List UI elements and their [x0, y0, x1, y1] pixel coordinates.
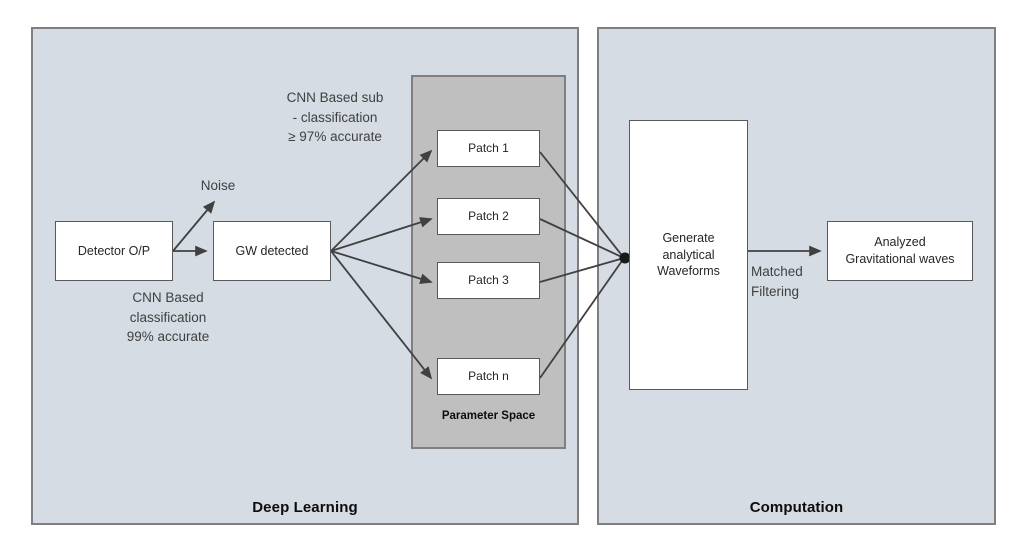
label-cnn-sub-classification: CNN Based sub - classification ≥ 97% acc…	[286, 90, 384, 145]
label-matched-filtering: Matched Filtering	[751, 264, 803, 299]
box-patch-n[interactable]: Patch n	[437, 358, 540, 395]
panel-computation-title: Computation	[749, 499, 844, 516]
box-generate-analytical-waveforms[interactable]: Generate analytical Waveforms	[629, 120, 748, 390]
label-noise: Noise	[200, 178, 236, 193]
parameter-space-label: Parameter Space	[441, 410, 536, 422]
box-gw-detected[interactable]: GW detected	[213, 221, 331, 281]
box-patch-2[interactable]: Patch 2	[437, 198, 540, 235]
label-cnn-classification: CNN Based classification 99% accurate	[126, 290, 210, 345]
box-patch-3[interactable]: Patch 3	[437, 262, 540, 299]
panel-deep-learning-title: Deep Learning	[252, 499, 358, 516]
box-analyzed-gravitational-waves[interactable]: Analyzed Gravitational waves	[827, 221, 973, 281]
diagram-canvas: Deep Learning Computation Parameter Spac…	[0, 0, 1024, 560]
box-detector-output[interactable]: Detector O/P	[55, 221, 173, 281]
box-patch-1[interactable]: Patch 1	[437, 130, 540, 167]
